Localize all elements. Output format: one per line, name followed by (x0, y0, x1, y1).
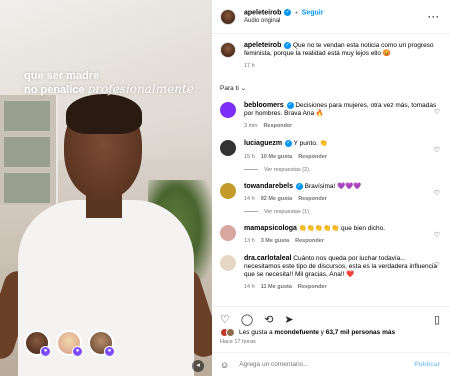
heart-icon[interactable]: ♡ (220, 313, 230, 326)
profile-badge-icon: ● (40, 346, 51, 357)
comment-avatar[interactable] (220, 140, 236, 157)
like-comment-icon[interactable]: ♡ (434, 146, 440, 154)
comment-username[interactable]: luciaguezm (244, 141, 282, 148)
comment-item: bebloomers ✓ Decisiones para mujeres, ot… (220, 102, 440, 130)
verified-badge-icon: ✓ (286, 102, 294, 110)
reply-button[interactable]: Responder (298, 196, 327, 202)
like-comment-icon[interactable]: ♡ (434, 108, 440, 116)
volume-icon[interactable]: ◂ (192, 360, 204, 372)
more-options-icon[interactable]: ··· (428, 12, 440, 22)
reply-button[interactable]: Responder (295, 238, 324, 244)
profile-badge-icon: ● (104, 346, 115, 357)
comment-avatar[interactable] (220, 254, 236, 271)
repost-icon[interactable]: ⟲ (264, 313, 273, 326)
comment-text: Y punto. 👏 (293, 140, 328, 148)
comment-username[interactable]: mamapsicologa (244, 225, 297, 232)
comment-avatar[interactable] (220, 224, 236, 241)
follow-button[interactable]: Seguir (302, 10, 324, 17)
comment-icon[interactable]: ◯ (241, 313, 253, 326)
collab-avatar[interactable]: ● (88, 330, 115, 357)
reply-button[interactable]: Responder (298, 284, 327, 290)
caption-avatar[interactable] (220, 42, 236, 58)
reel-video[interactable]: que ser madre no penalice profesionalmen… (0, 0, 212, 376)
verified-badge-icon: ✓ (284, 9, 292, 17)
comment-item: luciaguezm ✓ Y punto. 👏 15 h 10 Me gusta R… (220, 140, 440, 160)
comment-likes[interactable]: 10 Me gusta (261, 154, 292, 160)
likes-count[interactable]: 63,7 mil personas más (326, 329, 395, 336)
comment-time: 15 h (244, 153, 255, 160)
comments-scroll[interactable]: apeleteirob ✓ Que no te vendan esta noti… (212, 34, 450, 306)
comment-item: mamapsicologa 👏👏👏👏👏 que bien dicho. 13 h… (220, 224, 440, 245)
profile-badge-icon: ● (72, 346, 83, 357)
caption-time: 17 h (244, 63, 255, 70)
author-avatar[interactable] (220, 8, 236, 25)
verified-badge-icon: ✓ (284, 140, 292, 148)
comment-item: dra.carlotaleal Cuánto nos queda por luc… (220, 254, 440, 291)
video-overlay-text: que ser madre no penalice profesionalmen… (24, 70, 194, 97)
post-comment-button[interactable]: Publicar (414, 361, 440, 368)
like-comment-icon[interactable]: ♡ (434, 231, 440, 239)
comment-time: 13 h (244, 237, 255, 244)
audio-label[interactable]: Audio original (244, 18, 428, 24)
comment-username[interactable]: towandarebels (244, 183, 293, 190)
view-replies-button[interactable]: Ver respuestas (2) (244, 167, 440, 173)
likes-prefix: Les gusta a (239, 329, 273, 336)
verified-badge-icon: ✓ (284, 42, 292, 49)
likes-summary[interactable]: Les gusta a mcondefuente y 63,7 mil pers… (220, 328, 395, 337)
author-username[interactable]: apeleteirob (244, 10, 281, 17)
post-actions: ♡ ◯ ⟲ ➤ ▯ (212, 306, 450, 328)
post-sidebar: apeleteirob ✓ • Seguir Audio original ··… (212, 0, 450, 376)
comments-sort-dropdown[interactable]: Para ti ⌄ (220, 84, 440, 92)
comment-text: 👏👏👏👏👏 que bien dicho. (298, 224, 386, 232)
comment-input[interactable] (239, 361, 415, 368)
comment-avatar[interactable] (220, 102, 236, 119)
caption-username[interactable]: apeleteirob (244, 42, 281, 49)
liker-avatar (226, 328, 235, 337)
post-header: apeleteirob ✓ • Seguir Audio original ··… (212, 0, 450, 34)
reply-button[interactable]: Responder (263, 123, 292, 129)
view-replies-button[interactable]: Ver respuestas (1) (244, 209, 440, 215)
comment-time: 14 h (244, 283, 255, 290)
author-info: apeleteirob ✓ • Seguir Audio original (244, 9, 428, 24)
reply-button[interactable]: Responder (298, 154, 327, 160)
overlay-line-2-italic: profesionalmente (87, 82, 194, 96)
collab-avatar[interactable]: ● (56, 330, 83, 357)
comment-likes[interactable]: 3 Me gusta (261, 238, 289, 244)
bookmark-icon[interactable]: ▯ (434, 313, 440, 326)
comment-username[interactable]: dra.carlotaleal (244, 255, 291, 262)
posted-time: Hace 17 horas (220, 339, 256, 345)
collab-avatar[interactable]: ● (24, 330, 51, 357)
like-comment-icon[interactable]: ♡ (434, 189, 440, 197)
comment-item: towandarebels ✓ Bravísima! 💜💜💜 14 h 92 Me… (220, 182, 440, 203)
overlay-line-2: no penalice profesionalmente (24, 83, 194, 97)
comment-username[interactable]: bebloomers (244, 102, 284, 109)
likes-user[interactable]: mcondefuente (274, 329, 318, 336)
comment-avatar[interactable] (220, 182, 236, 199)
person-hair (66, 94, 142, 134)
likes-and: y (320, 329, 324, 336)
verified-badge-icon: ✓ (295, 182, 303, 190)
collab-avatars: ● ● ● (24, 330, 115, 357)
comment-time: 14 h (244, 195, 255, 202)
post-caption: apeleteirob ✓ Que no te vendan esta noti… (220, 42, 440, 70)
comment-text: Bravísima! 💜💜💜 (304, 182, 362, 190)
separator-dot: • (295, 9, 298, 17)
share-icon[interactable]: ➤ (284, 313, 293, 326)
comment-likes[interactable]: 92 Me gusta (261, 196, 292, 202)
overlay-line-2-prefix: no penalice (24, 84, 85, 96)
add-comment-bar: ☺ Publicar (212, 352, 450, 376)
comment-likes[interactable]: 11 Me gusta (261, 284, 292, 290)
like-comment-icon[interactable]: ♡ (434, 261, 440, 269)
background-window (0, 95, 58, 205)
emoji-icon[interactable]: ☺ (220, 360, 229, 370)
comment-time: 3 min (244, 123, 258, 130)
